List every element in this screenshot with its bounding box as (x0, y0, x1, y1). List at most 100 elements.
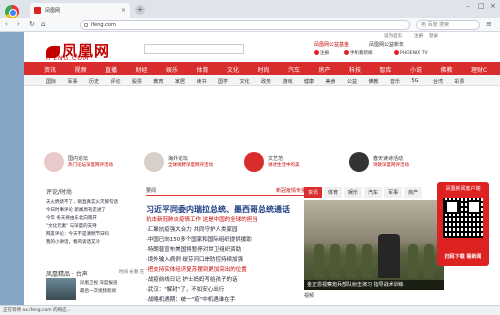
subnav-item[interactable]: 5G (412, 78, 419, 84)
url-field[interactable]: ifeng.com (80, 20, 410, 30)
status-bar: 正在等待 ax.ifeng.com 的响应... (0, 305, 500, 315)
reload-button[interactable]: ↻ (29, 20, 35, 28)
register-sub-link[interactable]: 注册 (314, 50, 329, 56)
photo-column: 资讯 体育 娱乐 汽车 军事 房产 金正恩视察炮兵部队射击演习 指导战术训练 (304, 187, 444, 290)
picks-info[interactable]: 凤凰卫视 深度报道 最后一次视频新闻 (80, 280, 117, 296)
close-window-button[interactable]: × (490, 2, 496, 10)
new-tab-button[interactable]: + (135, 5, 145, 15)
subnav-item[interactable]: 彩票 (455, 78, 465, 85)
subnav-item[interactable]: 政务 (261, 78, 271, 85)
subnav-item[interactable]: 股票 (132, 78, 142, 85)
webpage: 设为首页 注册 登录 凤凰网 IFENG.COM 凤凰网公益基金 凤凰网公益新年… (24, 32, 500, 305)
subnav-item[interactable]: 历史 (89, 78, 99, 85)
nav-item[interactable]: 资讯 (44, 65, 56, 74)
nav-item[interactable]: 娱乐 (166, 65, 178, 74)
headline-link[interactable]: ·武汉："解封"了，不如安心出行 (146, 285, 306, 295)
picks-heading-right[interactable]: 时间 长春 在 (119, 269, 144, 275)
headline-link[interactable]: 抗击新冠肺炎疫情工作 这是中国的全球的担当 (146, 215, 306, 225)
subnav-item[interactable]: 教育 (154, 78, 164, 85)
maximize-button[interactable]: □ (478, 2, 485, 10)
subnav-item[interactable]: 游戏 (283, 78, 293, 85)
headline-link[interactable]: ·境外输入病例 绥芬河口岸防控持续加强 (146, 255, 306, 265)
back-button[interactable]: ‹ (5, 20, 8, 28)
subnav-item[interactable]: 台湾 (433, 78, 443, 85)
phoenix-tv-link[interactable]: PHOENIX TV (394, 50, 428, 56)
nav-item[interactable]: 理财C (471, 65, 487, 74)
browser-menu-button[interactable]: ≡ (486, 20, 492, 28)
headline-link[interactable]: ·中国已向150多个国家和国际组织提供援助 (146, 235, 306, 245)
nav-item[interactable]: 文化 (227, 65, 239, 74)
picks-thumbnail[interactable] (46, 278, 76, 300)
minimize-button[interactable]: – (466, 2, 470, 10)
promo-newyear-link[interactable]: 凤凰网公益新年 (369, 41, 404, 48)
subnav-item[interactable]: 评论 (111, 78, 121, 85)
subnav-item[interactable]: 读书 (197, 78, 207, 85)
nav-item[interactable]: 汽车 (288, 65, 300, 74)
headline-link[interactable]: ·特朗普宣布美国将暂停对世卫组织资助 (146, 245, 306, 255)
nav-item[interactable]: 智库 (380, 65, 392, 74)
app-qr-card[interactable]: 凤凰新闻客户端 扫码下载 看新闻 (437, 182, 489, 266)
left-link[interactable]: 我的小讲话，春风谈话又冷 (46, 239, 151, 247)
site-search-input[interactable] (144, 44, 244, 54)
nav-item[interactable]: 小说 (410, 65, 422, 74)
headline-link[interactable]: ·战疫前线日记 护士妈妈写给孩子的话 (146, 275, 306, 285)
picks-heading: 凤凰精品 · 台声 (46, 271, 88, 278)
browser-search-input[interactable]: 用 百度 搜索 (416, 20, 480, 30)
login-link[interactable]: 登录 (429, 33, 438, 39)
photo-tab[interactable]: 军事 (384, 187, 403, 198)
photo-tab[interactable]: 体育 (324, 187, 343, 198)
headline-link[interactable]: ·把支持实体经济复苏摆到更加突出的位置 (146, 265, 306, 275)
nav-item[interactable]: 财经 (136, 65, 148, 74)
nav-item[interactable]: 直播 (105, 65, 117, 74)
headlines-tabbar: 要闻 新冠疫情专报 (146, 187, 306, 196)
left-link[interactable]: 今年 冬天将由东北向南开 (46, 215, 151, 223)
top-links: 设为首页 注册 登录 (24, 32, 500, 40)
browser-logo-icon[interactable] (5, 5, 19, 19)
news-photo[interactable]: 金正恩视察炮兵部队射击演习 指导战术训练 (304, 200, 444, 290)
subnav-item[interactable]: 国际 (46, 78, 56, 85)
video-label[interactable]: 视频 (304, 292, 314, 299)
nav-item[interactable]: 科技 (349, 65, 361, 74)
top-headline[interactable]: 习近平同委内瑞拉总统、墨西哥总统通话 (146, 204, 306, 215)
left-column: 评论/时尚 天火燃烧不了，刚直真实火灭那句话 今日时事评论 新闻周刊走进了 今年 冬… (46, 187, 151, 247)
subnav-item[interactable]: 国学 (218, 78, 228, 85)
tab-close-icon[interactable]: × (121, 7, 126, 14)
subnav-item[interactable]: 佛教 (369, 78, 379, 85)
lock-icon (84, 23, 88, 27)
forward-button[interactable]: › (17, 20, 20, 28)
main-nav: 资讯 视频 直播 财经 娱乐 体育 文化 时尚 汽车 房产 科技 智库 小说 佛教 理财C (24, 62, 500, 75)
home-button[interactable]: ⌂ (41, 20, 45, 28)
promo-fund-link[interactable]: 凤凰网公益基金 (314, 41, 349, 48)
subnav-item[interactable]: 家居 (175, 78, 185, 85)
subnav-item[interactable]: 健康 (304, 78, 314, 85)
qr-title: 凤凰新闻客户端 (445, 186, 481, 192)
tab-covid[interactable]: 新冠疫情专报 (276, 187, 306, 194)
left-link[interactable]: 天火燃烧不了，刚直真实火灭那句话 (46, 199, 151, 207)
tab-headlines[interactable]: 要闻 (146, 187, 156, 194)
photo-tab[interactable]: 资讯 (304, 187, 323, 198)
subnav-item[interactable]: 美食 (326, 78, 336, 85)
headline-link[interactable]: ·战略机遇期：统一"疫"中机遇谁在手 (146, 295, 306, 305)
left-link[interactable]: 网友评论：今天不是清明节日吗 (46, 231, 151, 239)
subnav-item[interactable]: 文化 (240, 78, 250, 85)
nav-item[interactable]: 佛教 (441, 65, 453, 74)
photo-tab[interactable]: 娱乐 (344, 187, 363, 198)
nav-item[interactable]: 时尚 (258, 65, 270, 74)
register-link[interactable]: 注册 (414, 33, 423, 39)
subnav-item[interactable]: 音乐 (390, 78, 400, 85)
nav-item[interactable]: 房产 (319, 65, 331, 74)
photo-tab[interactable]: 房产 (404, 187, 423, 198)
headlines-column: 要闻 新冠疫情专报 习近平同委内瑞拉总统、墨西哥总统通话 抗击新冠肺炎疫情工作 … (146, 187, 306, 305)
nav-item[interactable]: 体育 (197, 65, 209, 74)
headline-link[interactable]: ·汇聚抗疫强大合力 共同守护人类家园 (146, 225, 306, 235)
left-link[interactable]: "文化元素" 与深度的支持 (46, 223, 151, 231)
qr-code-icon (443, 198, 483, 238)
nav-item[interactable]: 视频 (75, 65, 87, 74)
mobile-news-link[interactable]: 手机看新闻 (344, 50, 373, 56)
set-homepage-link[interactable]: 设为首页 (384, 33, 402, 39)
left-link[interactable]: 今日时事评论 新闻周刊走进了 (46, 207, 151, 215)
subnav-item[interactable]: 军事 (68, 78, 78, 85)
browser-tab[interactable]: 凤凰网 × (30, 3, 130, 18)
subnav-item[interactable]: 公益 (347, 78, 357, 85)
photo-tab[interactable]: 汽车 (364, 187, 383, 198)
